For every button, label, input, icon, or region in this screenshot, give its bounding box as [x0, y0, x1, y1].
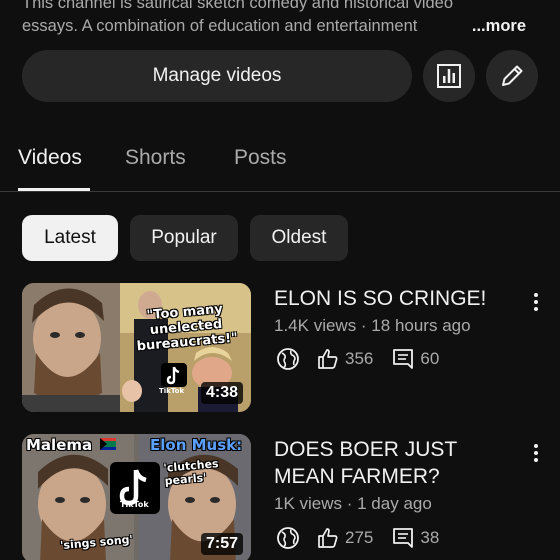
description-line-2: essays. A combination of education and e…: [22, 17, 418, 35]
active-tab-indicator: [18, 188, 90, 191]
video-meta: 1K views · 1 day ago: [274, 494, 432, 513]
channel-description[interactable]: This channel is satirical sketch comedy …: [22, 0, 532, 38]
video-thumbnail[interactable]: "Too many unelected bureaucrats!" TikTok…: [22, 283, 251, 412]
tab-videos[interactable]: Videos: [18, 146, 82, 170]
filter-latest-chip[interactable]: Latest: [22, 215, 118, 261]
video-stats: 356 60: [274, 345, 455, 373]
more-link[interactable]: ...more: [467, 15, 526, 38]
pencil-icon: [502, 65, 523, 86]
bar-chart-icon: [437, 64, 461, 88]
like-icon: [314, 524, 342, 552]
manage-videos-button[interactable]: Manage videos: [22, 50, 412, 102]
thumbnail-tiktok-label: TikTok: [120, 500, 149, 509]
description-line-1: This channel is satirical sketch comedy …: [22, 0, 454, 12]
more-options-icon[interactable]: [526, 440, 546, 466]
like-count: 275: [345, 528, 374, 547]
south-africa-flag-icon: [100, 438, 116, 450]
edit-channel-button[interactable]: [486, 50, 538, 102]
comment-count: 38: [420, 528, 440, 547]
like-count: 356: [345, 349, 374, 368]
filter-popular-chip[interactable]: Popular: [130, 215, 238, 261]
thumbnail-left-name: Malema: [26, 436, 93, 454]
video-meta: 1.4K views · 18 hours ago: [274, 316, 471, 335]
comment-count: 60: [420, 349, 440, 368]
tab-posts[interactable]: Posts: [234, 146, 287, 170]
comment-icon: [389, 524, 417, 552]
video-title[interactable]: DOES BOER JUST MEAN FARMER?: [274, 436, 510, 490]
tab-shorts[interactable]: Shorts: [125, 146, 186, 170]
tiktok-logo-icon: [161, 363, 187, 387]
globe-icon: [274, 524, 302, 552]
video-item[interactable]: "Too many unelected bureaucrats!" TikTok…: [0, 283, 560, 413]
more-options-icon[interactable]: [526, 289, 546, 315]
comment-icon: [389, 345, 417, 373]
video-stats: 275 38: [274, 524, 455, 552]
like-icon: [314, 345, 342, 373]
video-duration: 7:57: [200, 533, 243, 555]
analytics-button[interactable]: [423, 50, 475, 102]
video-duration: 4:38: [200, 382, 243, 404]
channel-tabs: Videos Shorts Posts: [0, 130, 560, 192]
thumbnail-tiktok-label: TikTok: [159, 387, 185, 395]
video-title[interactable]: ELON IS SO CRINGE!: [274, 285, 510, 312]
video-thumbnail[interactable]: Malema Elon Musk: 'clutches pearls' 'sin…: [22, 434, 251, 560]
globe-icon: [274, 345, 302, 373]
filter-oldest-chip[interactable]: Oldest: [250, 215, 348, 261]
thumbnail-right-name: Elon Musk:: [150, 436, 243, 454]
video-item[interactable]: Malema Elon Musk: 'clutches pearls' 'sin…: [0, 434, 560, 560]
